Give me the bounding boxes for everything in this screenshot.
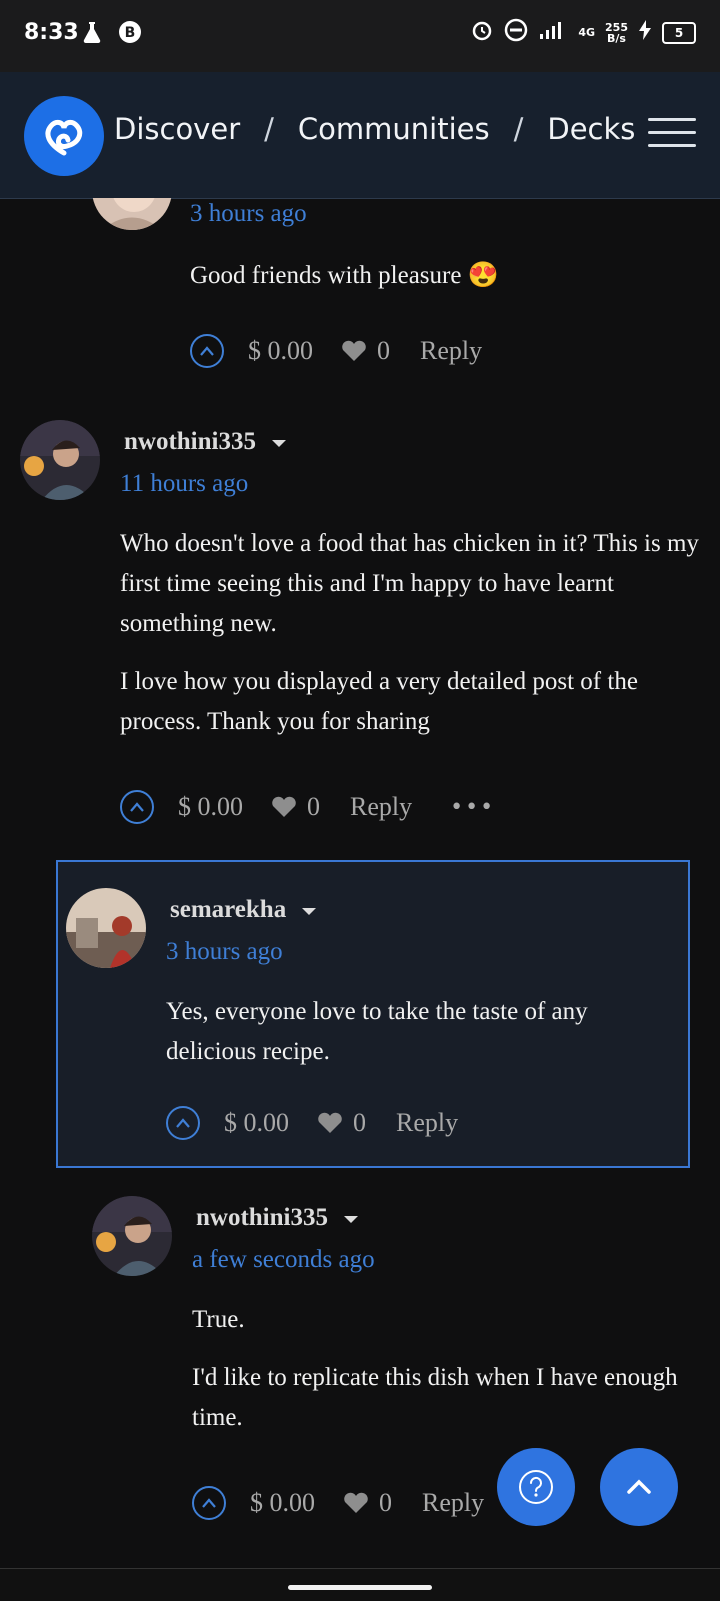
breadcrumb-discover[interactable]: Discover bbox=[114, 112, 240, 146]
comment-actions: $ 0.00 0 Reply ••• bbox=[120, 790, 495, 824]
battery-level: 5 bbox=[662, 21, 696, 44]
reply-button[interactable]: Reply bbox=[420, 336, 482, 366]
svg-text:B: B bbox=[125, 25, 136, 41]
charging-icon bbox=[638, 20, 652, 45]
heart-icon bbox=[342, 340, 366, 361]
breadcrumb-decks[interactable]: Decks bbox=[547, 112, 635, 146]
flask-icon bbox=[80, 20, 104, 49]
likes-count: 0 bbox=[353, 1108, 366, 1137]
author-name: semarekha bbox=[170, 896, 287, 923]
net-speed-unit: B/s bbox=[607, 31, 626, 45]
avatar[interactable] bbox=[92, 1196, 172, 1276]
likes-count: 0 bbox=[377, 336, 390, 365]
comment-time[interactable]: 11 hours ago bbox=[120, 470, 248, 498]
comment-paragraph: Who doesn't love a food that has chicken… bbox=[120, 530, 699, 637]
comment-actions: $ 0.00 0 Reply bbox=[192, 1486, 484, 1520]
comment-actions: $ 0.00 0 Reply bbox=[190, 334, 482, 368]
author-name: nwothini335 bbox=[196, 1204, 328, 1231]
breadcrumb-communities[interactable]: Communities bbox=[298, 112, 490, 146]
comment-time[interactable]: 3 hours ago bbox=[166, 938, 283, 966]
question-circle-icon bbox=[519, 1470, 553, 1504]
breadcrumb-separator: / bbox=[264, 112, 274, 146]
signal-icon bbox=[538, 20, 568, 45]
scroll-to-top-button[interactable] bbox=[600, 1448, 678, 1526]
comment-paragraph: Good friends with pleasure 😍 bbox=[190, 262, 499, 289]
comment-paragraph: I'd like to replicate this dish when I h… bbox=[192, 1364, 678, 1431]
comment-body: Who doesn't love a food that has chicken… bbox=[120, 524, 700, 760]
upvote-button[interactable] bbox=[190, 334, 224, 368]
comment-paragraph: Yes, everyone love to take the taste of … bbox=[166, 998, 588, 1065]
comment-time[interactable]: a few seconds ago bbox=[192, 1246, 375, 1274]
reply-button[interactable]: Reply bbox=[422, 1488, 484, 1518]
comment-body: True. I'd like to replicate this dish wh… bbox=[192, 1300, 692, 1456]
likes[interactable]: 0 bbox=[317, 1108, 366, 1138]
comment-author[interactable]: nwothini335 bbox=[124, 428, 286, 456]
app-header: Discover / Communities / Decks bbox=[0, 72, 720, 199]
logo-icon bbox=[45, 119, 83, 156]
comment-author[interactable]: nwothini335 bbox=[196, 1204, 358, 1232]
bitcoin-icon: B bbox=[118, 20, 142, 49]
heart-icon bbox=[272, 796, 296, 817]
comment-paragraph: True. bbox=[192, 1306, 245, 1333]
dnd-icon bbox=[504, 18, 528, 47]
chevron-up-icon bbox=[130, 802, 144, 812]
app-logo[interactable] bbox=[24, 96, 104, 176]
net-speed: 255 B/s bbox=[605, 22, 628, 44]
caret-down-icon[interactable] bbox=[271, 439, 286, 447]
payout-amount[interactable]: $ 0.00 bbox=[250, 1488, 315, 1518]
likes[interactable]: 0 bbox=[343, 1488, 392, 1518]
likes-count: 0 bbox=[307, 792, 320, 821]
caret-down-icon[interactable] bbox=[343, 1215, 358, 1223]
chevron-up-icon bbox=[176, 1118, 190, 1128]
breadcrumb-separator: / bbox=[513, 112, 524, 146]
upvote-button[interactable] bbox=[166, 1106, 200, 1140]
hamburger-menu-icon[interactable] bbox=[648, 118, 696, 150]
alarm-icon bbox=[470, 18, 494, 47]
upvote-button[interactable] bbox=[120, 790, 154, 824]
system-nav-bar bbox=[0, 1568, 720, 1601]
likes-count: 0 bbox=[379, 1488, 392, 1517]
status-bar: 8:33 B 4G 255 B/s 5 bbox=[0, 0, 720, 72]
chevron-up-icon bbox=[200, 346, 214, 356]
likes[interactable]: 0 bbox=[341, 336, 390, 366]
status-time: 8:33 bbox=[24, 20, 79, 45]
author-name: nwothini335 bbox=[124, 428, 256, 455]
payout-amount[interactable]: $ 0.00 bbox=[248, 336, 313, 366]
payout-amount[interactable]: $ 0.00 bbox=[178, 792, 243, 822]
comment-body: Good friends with pleasure 😍 bbox=[190, 256, 690, 314]
net-speed-value: 255 bbox=[605, 20, 628, 34]
payout-amount[interactable]: $ 0.00 bbox=[224, 1108, 289, 1138]
heart-icon bbox=[344, 1492, 368, 1513]
chevron-up-icon bbox=[627, 1479, 651, 1494]
comment-author[interactable]: semarekha bbox=[170, 896, 317, 924]
avatar[interactable] bbox=[66, 888, 146, 968]
caret-down-icon[interactable] bbox=[302, 907, 317, 915]
reply-button[interactable]: Reply bbox=[396, 1108, 458, 1138]
help-button[interactable] bbox=[497, 1448, 575, 1526]
breadcrumb: Discover / Communities / Decks bbox=[114, 112, 635, 146]
comment-actions: $ 0.00 0 Reply bbox=[166, 1106, 458, 1140]
chevron-up-icon bbox=[202, 1498, 216, 1508]
network-type: 4G bbox=[578, 26, 596, 39]
home-indicator[interactable] bbox=[288, 1585, 432, 1590]
avatar[interactable] bbox=[20, 420, 100, 500]
comment-paragraph: I love how you displayed a very detailed… bbox=[120, 668, 638, 735]
more-options-icon[interactable]: ••• bbox=[450, 795, 495, 820]
comment-time[interactable]: 3 hours ago bbox=[190, 200, 307, 228]
comment-body: Yes, everyone love to take the taste of … bbox=[166, 992, 676, 1090]
reply-button[interactable]: Reply bbox=[350, 792, 412, 822]
likes[interactable]: 0 bbox=[271, 792, 320, 822]
upvote-button[interactable] bbox=[192, 1486, 226, 1520]
heart-icon bbox=[318, 1112, 342, 1133]
